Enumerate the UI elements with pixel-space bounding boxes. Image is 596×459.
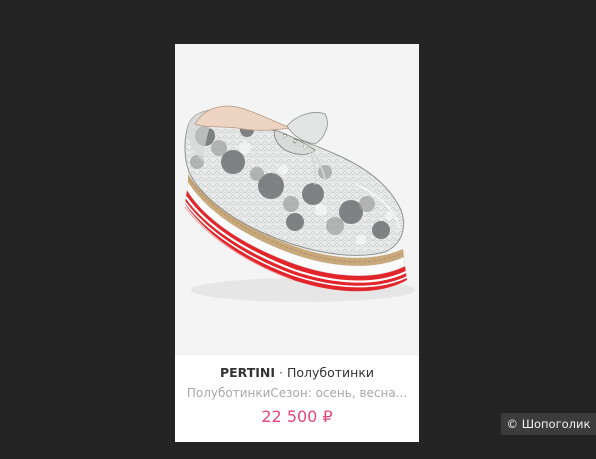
product-image[interactable]: [175, 44, 419, 354]
card-divider: [175, 354, 419, 355]
category-name: Полуботинки: [286, 365, 375, 380]
watermark: © Шопоголик: [501, 413, 596, 435]
shoe-image-icon: [184, 105, 415, 302]
product-description: ПолуботинкиСезон: осень, весна...: [186, 386, 408, 400]
product-card[interactable]: PERTINI · Полуботинки ПолуботинкиСезон: …: [175, 44, 419, 442]
brand-name: PERTINI: [219, 365, 276, 380]
product-price: 22 500 ₽: [261, 407, 333, 426]
title-separator: ·: [279, 365, 283, 380]
product-title[interactable]: PERTINI · Полуботинки: [175, 365, 419, 380]
